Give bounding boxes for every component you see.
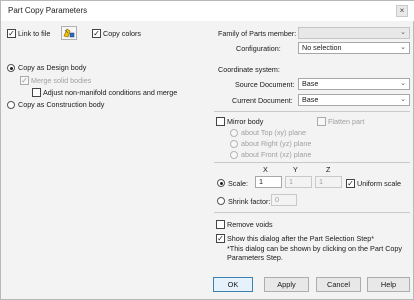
axis-header-x: X: [263, 165, 268, 174]
mirror-right-plane-label: about Right (yz) plane: [241, 139, 312, 148]
mirror-front-plane-label: about Front (xz) plane: [241, 150, 312, 159]
merge-solid-bodies-checkbox[interactable]: ✓: [20, 76, 29, 85]
divider: [214, 111, 410, 112]
shrink-factor-label: Shrink factor:: [228, 197, 271, 206]
current-document-dropdown[interactable]: Base ⌄: [298, 94, 410, 106]
shrink-factor-value: 0: [275, 195, 279, 204]
scale-label: Scale:: [228, 179, 248, 188]
check-icon: ✓: [347, 179, 354, 188]
part-copy-icon-button[interactable]: [61, 26, 77, 40]
current-document-value: Base: [302, 95, 319, 104]
mirror-top-plane-radio[interactable]: [230, 129, 238, 137]
help-button[interactable]: Help: [367, 277, 410, 292]
axis-header-y: Y: [293, 165, 298, 174]
source-document-label: Source Document:: [235, 80, 295, 89]
mirror-front-plane-radio[interactable]: [230, 151, 238, 159]
copy-colors-checkbox[interactable]: ✓: [92, 29, 101, 38]
source-document-dropdown[interactable]: Base ⌄: [298, 78, 410, 90]
scale-y-input[interactable]: 1: [285, 176, 312, 188]
link-to-file-checkbox[interactable]: ✓: [7, 29, 16, 38]
copy-colors-label: Copy colors: [103, 29, 141, 38]
scale-z-input[interactable]: 1: [315, 176, 342, 188]
copy-as-construction-label: Copy as Construction body: [18, 100, 105, 109]
configuration-dropdown[interactable]: No selection ⌄: [298, 42, 410, 54]
scale-radio[interactable]: [217, 179, 225, 187]
chevron-down-icon: ⌄: [400, 80, 406, 87]
check-icon: ✓: [21, 76, 28, 85]
copy-as-design-label: Copy as Design body: [18, 63, 87, 72]
family-of-parts-dropdown[interactable]: ⌄: [298, 27, 410, 39]
chevron-down-icon: ⌄: [400, 29, 406, 36]
check-icon: ✓: [8, 29, 15, 38]
mirror-top-plane-label: about Top (xy) plane: [241, 128, 306, 137]
show-dialog-checkbox[interactable]: ✓: [216, 234, 225, 243]
divider: [214, 212, 410, 213]
remove-voids-label: Remove voids: [227, 220, 273, 229]
part-copy-parameters-dialog: Part Copy Parameters × ✓ Link to file ✓ …: [0, 0, 414, 300]
adjust-non-manifold-label: Adjust non-manifold conditions and merge: [43, 88, 178, 97]
link-to-file-label: Link to file: [18, 29, 51, 38]
note-line-1: *This dialog can be shown by clicking on…: [227, 244, 402, 253]
check-icon: ✓: [217, 234, 224, 243]
chevron-down-icon: ⌄: [400, 44, 406, 51]
copy-as-design-radio[interactable]: [7, 64, 15, 72]
note-line-2: Parameters Step.: [227, 253, 283, 262]
flatten-part-label: Flatten part: [328, 117, 365, 126]
uniform-scale-checkbox[interactable]: ✓: [346, 179, 355, 188]
current-document-label: Current Document:: [232, 96, 293, 105]
check-icon: ✓: [93, 29, 100, 38]
copy-as-construction-radio[interactable]: [7, 101, 15, 109]
mirror-body-checkbox[interactable]: [216, 117, 225, 126]
adjust-non-manifold-checkbox[interactable]: [32, 88, 41, 97]
title-bar[interactable]: Part Copy Parameters ×: [1, 1, 414, 21]
source-document-value: Base: [302, 79, 319, 88]
coordinate-system-heading: Coordinate system:: [218, 65, 280, 74]
scale-z-value: 1: [319, 177, 323, 186]
shrink-factor-radio[interactable]: [217, 197, 225, 205]
apply-button[interactable]: Apply: [264, 277, 309, 292]
mirror-body-label: Mirror body: [227, 117, 264, 126]
configuration-label: Configuration:: [236, 44, 281, 53]
chevron-down-icon: ⌄: [400, 96, 406, 103]
shrink-factor-input[interactable]: 0: [271, 194, 297, 206]
scale-y-value: 1: [289, 177, 293, 186]
scale-x-input[interactable]: 1: [255, 176, 282, 188]
merge-solid-bodies-label: Merge solid bodies: [31, 76, 92, 85]
cancel-button[interactable]: Cancel: [316, 277, 361, 292]
close-button[interactable]: ×: [396, 5, 408, 17]
scale-x-value: 1: [259, 177, 263, 186]
remove-voids-checkbox[interactable]: [216, 220, 225, 229]
close-icon: ×: [399, 6, 405, 15]
configuration-value: No selection: [302, 43, 342, 52]
divider: [214, 162, 410, 163]
dialog-title: Part Copy Parameters: [8, 6, 88, 15]
part-copy-icon: [63, 28, 75, 38]
family-of-parts-label: Family of Parts member:: [218, 29, 297, 38]
axis-header-z: Z: [326, 165, 331, 174]
show-dialog-label: Show this dialog after the Part Selectio…: [227, 234, 375, 243]
flatten-part-checkbox[interactable]: [317, 117, 326, 126]
ok-button[interactable]: OK: [213, 277, 253, 292]
mirror-right-plane-radio[interactable]: [230, 140, 238, 148]
uniform-scale-label: Uniform scale: [357, 179, 401, 188]
